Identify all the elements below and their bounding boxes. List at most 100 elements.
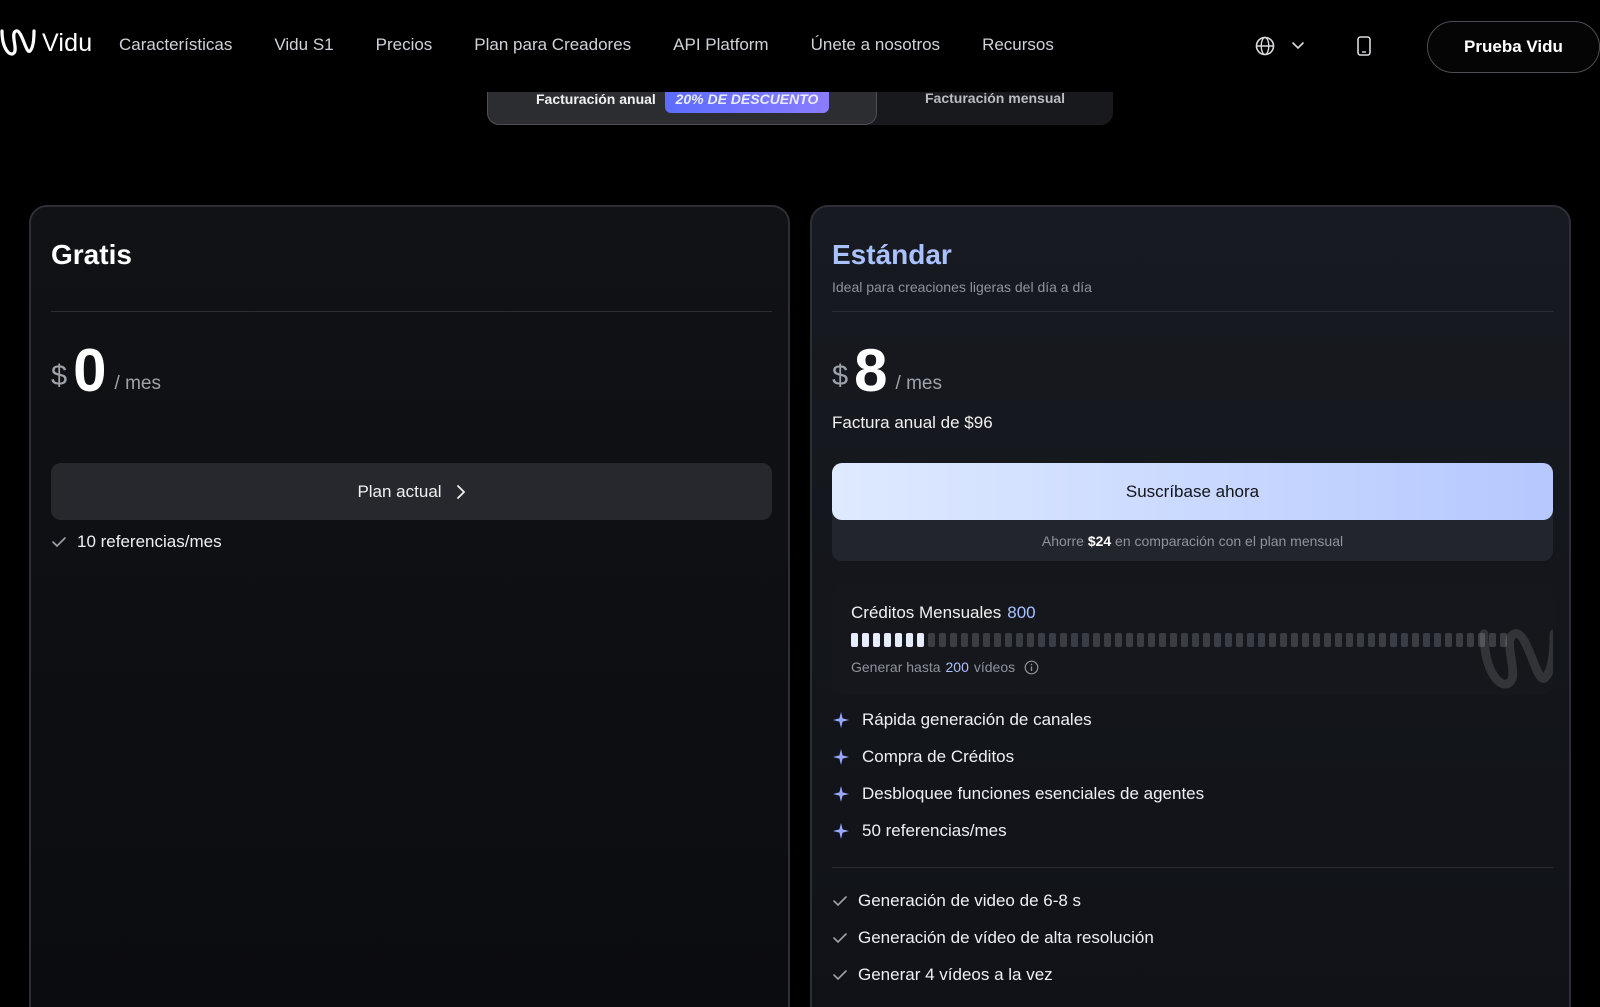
- credits-meter-segment: [1434, 633, 1441, 647]
- logo-text: Vidu: [42, 28, 93, 57]
- credits-meter-segment: [1357, 633, 1364, 647]
- credits-meter-segment: [950, 633, 957, 647]
- credits-meter-segment: [994, 633, 1001, 647]
- nav-link-api-platform[interactable]: API Platform: [673, 35, 768, 55]
- credits-meter-segment: [1467, 633, 1474, 647]
- credits-meter-segment: [1049, 633, 1056, 647]
- feature-text: Generación de video de 6-8 s: [858, 891, 1082, 910]
- vidu-watermark-icon: [1479, 629, 1553, 689]
- chevron-down-icon: [1292, 42, 1304, 50]
- credits-meter-segment: [1214, 633, 1221, 647]
- credits-meter-segment: [983, 633, 990, 647]
- feature-text: Compra de Créditos: [862, 747, 1015, 766]
- nav-link-unete[interactable]: Únete a nosotros: [811, 35, 940, 55]
- sparkle-icon: [833, 786, 849, 802]
- price-amount: 0: [73, 337, 107, 404]
- phone-icon: [1357, 36, 1371, 56]
- info-icon[interactable]: [1024, 660, 1039, 675]
- credits-meter-segment: [1027, 633, 1034, 647]
- list-item: 50 referencias/mes: [832, 821, 1007, 841]
- feature-text: Desbloquee funciones esenciales de agent…: [862, 784, 1205, 803]
- current-plan-button[interactable]: Plan actual: [51, 463, 772, 520]
- credits-meter-segment: [1225, 633, 1232, 647]
- nav-link-precios[interactable]: Precios: [376, 35, 433, 55]
- credits-meter-segment: [961, 633, 968, 647]
- credits-meter-segment: [1104, 633, 1111, 647]
- credits-meter-segment: [1324, 633, 1331, 647]
- check-icon: [833, 896, 847, 907]
- credits-meter-segment: [1236, 633, 1243, 647]
- plan-subtitle: Ideal para creaciones ligeras del día a …: [832, 279, 1092, 295]
- credits-meter-segment: [939, 633, 946, 647]
- credits-meter-segment: [1346, 633, 1353, 647]
- credits-meter-segment: [1181, 633, 1188, 647]
- language-selector[interactable]: [1255, 36, 1305, 56]
- subscribe-button[interactable]: Suscríbase ahora: [832, 463, 1553, 520]
- list-item: Desbloquee funciones esenciales de agent…: [832, 784, 1204, 804]
- credits-meter-segment: [851, 633, 858, 647]
- credits-meter-segment: [1390, 633, 1397, 647]
- credits-meter-segment: [917, 633, 924, 647]
- credits-meter-segment: [1038, 633, 1045, 647]
- list-item: Generar 4 vídeos a la vez: [832, 965, 1053, 985]
- nav-link-caracteristicas[interactable]: Características: [119, 35, 232, 55]
- credits-meter-segment: [1335, 633, 1342, 647]
- price-period: / mes: [895, 373, 942, 394]
- monthly-credits-panel: Créditos Mensuales 800 Generar hasta 200 …: [832, 583, 1553, 695]
- savings-note: Ahorre $24 en comparación con el plan me…: [1041, 533, 1344, 549]
- videos-value: 200: [945, 659, 969, 675]
- price-amount: 8: [854, 337, 888, 404]
- plan-price: $ 0 / mes: [51, 341, 161, 401]
- nav-link-plan-creadores[interactable]: Plan para Creadores: [474, 35, 631, 55]
- credits-meter-segment: [1071, 633, 1078, 647]
- nav-link-recursos[interactable]: Recursos: [982, 35, 1054, 55]
- credits-meter-segment: [1148, 633, 1155, 647]
- sparkle-icon: [833, 823, 849, 839]
- check-icon: [52, 537, 66, 548]
- price-currency: $: [51, 360, 68, 392]
- credits-meter-segment: [1269, 633, 1276, 647]
- credits-meter-segment: [1302, 633, 1309, 647]
- credits-meter-segment: [884, 633, 891, 647]
- mobile-app-link[interactable]: [1357, 36, 1371, 61]
- credits-meter-segment: [895, 633, 902, 647]
- plan-card-standard: Estándar Ideal para creaciones ligeras d…: [810, 205, 1571, 1007]
- top-nav: Vidu Características Vidu S1 Precios Pla…: [0, 0, 1600, 92]
- price-period: / mes: [114, 373, 161, 394]
- credits-meter-segment: [1060, 633, 1067, 647]
- annual-label: Facturación anual: [536, 91, 656, 107]
- nav-link-vidu-s1[interactable]: Vidu S1: [274, 35, 333, 55]
- feature-text: Rápida generación de canales: [862, 710, 1092, 729]
- billing-option-monthly[interactable]: Facturación mensual: [925, 90, 1065, 106]
- check-icon: [833, 970, 847, 981]
- credits-meter-segment: [1456, 633, 1463, 647]
- list-item: Rápida generación de canales: [832, 710, 1092, 730]
- credits-meter-segment: [1412, 633, 1419, 647]
- feature-text: 50 referencias/mes: [862, 821, 1007, 840]
- globe-icon: [1255, 36, 1275, 56]
- credits-meter-segment: [1192, 633, 1199, 647]
- feature-text: 10 referencias/mes: [77, 532, 222, 551]
- plan-name: Gratis: [51, 239, 132, 270]
- plan-name: Estándar: [832, 239, 952, 270]
- sparkle-icon: [833, 749, 849, 765]
- list-item: 10 referencias/mes: [51, 532, 222, 552]
- credits-meter-segment: [1159, 633, 1166, 647]
- vidu-logo[interactable]: Vidu: [0, 27, 92, 59]
- vidu-logo-icon: [0, 29, 36, 56]
- credits-meter-segment: [1291, 633, 1298, 647]
- savings-amount: $24: [1087, 533, 1112, 549]
- credits-title: Créditos Mensuales 800: [851, 603, 1036, 622]
- credits-meter-segment: [972, 633, 979, 647]
- credits-meter-segment: [1313, 633, 1320, 647]
- credits-meter-segment: [928, 633, 935, 647]
- chevron-right-icon: [456, 484, 465, 499]
- credits-meter: [851, 633, 1507, 647]
- try-vidu-button[interactable]: Prueba Vidu: [1427, 21, 1600, 73]
- videos-note: Generar hasta 200 vídeos: [851, 659, 1039, 675]
- plan-card-free: Gratis $ 0 / mes Plan actual 10 referenc…: [29, 205, 790, 1007]
- plan-price: $ 8 / mes: [832, 341, 942, 401]
- credits-meter-segment: [1093, 633, 1100, 647]
- credits-meter-segment: [1247, 633, 1254, 647]
- credits-meter-segment: [862, 633, 869, 647]
